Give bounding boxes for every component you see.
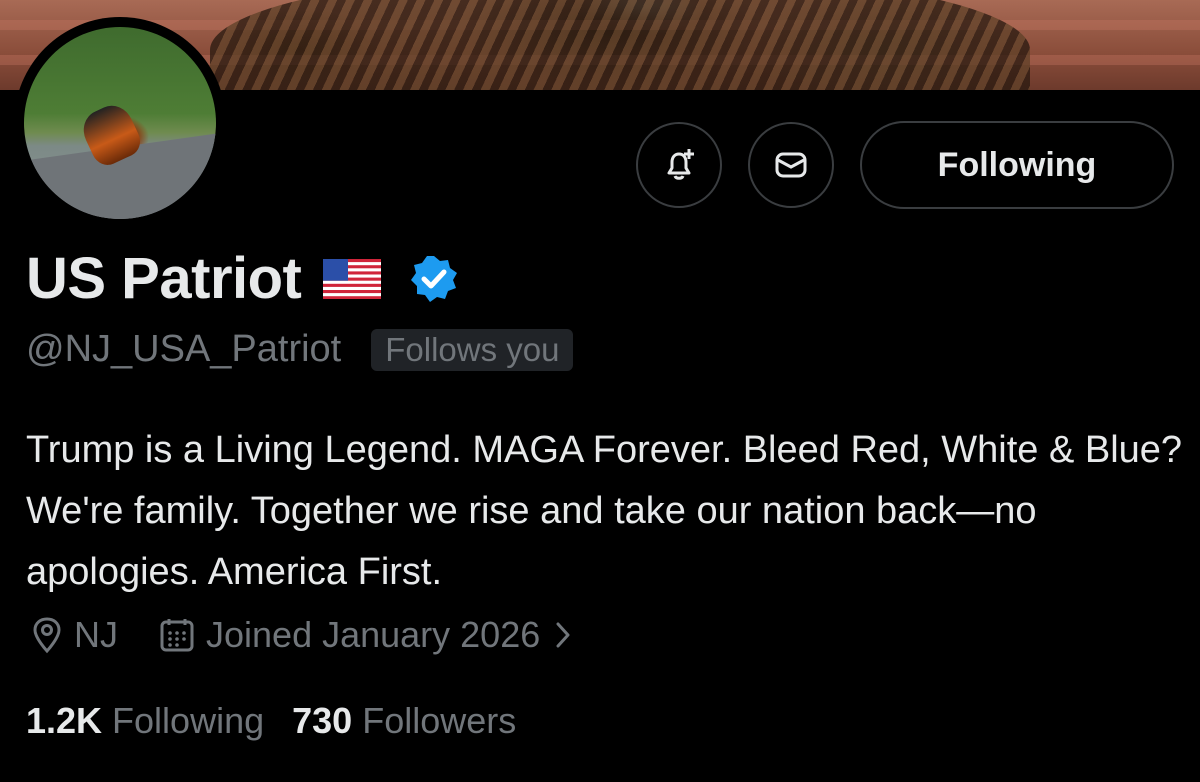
avatar-image (24, 27, 216, 219)
display-name: US Patriot (26, 246, 302, 311)
following-stat[interactable]: 1.2K Following (26, 700, 264, 742)
bell-plus-icon (667, 149, 694, 180)
following-button[interactable]: Following (860, 121, 1174, 209)
chevron-right-icon (556, 622, 570, 648)
location-pin-icon (33, 617, 61, 654)
notifications-button[interactable] (636, 122, 722, 208)
profile-meta: NJ Joined January 2026 (30, 614, 582, 656)
us-flag-icon (323, 258, 382, 299)
avatar[interactable] (14, 17, 226, 229)
user-handle: @NJ_USA_Patriot (26, 328, 342, 370)
location-item: NJ (30, 614, 118, 656)
calendar-icon (160, 619, 194, 652)
profile-bio: Trump is a Living Legend. MAGA Forever. … (26, 429, 1183, 593)
followers-stat[interactable]: 730 Followers (292, 700, 516, 742)
follows-you-badge: Follows you (371, 328, 574, 371)
joined-text: Joined January 2026 (206, 614, 541, 655)
verified-badge-icon[interactable] (409, 254, 459, 304)
following-label: Following (112, 700, 265, 741)
location-text: NJ (74, 614, 118, 655)
handle-row: @NJ_USA_Patriot Follows you (26, 328, 574, 371)
follow-stats: 1.2K Following 730 Followers (26, 700, 516, 742)
name-row: US Patriot (26, 245, 459, 312)
message-button[interactable] (748, 122, 834, 208)
envelope-icon (775, 152, 807, 178)
joined-item[interactable]: Joined January 2026 (158, 614, 582, 656)
followers-label: Followers (362, 700, 517, 741)
following-count: 1.2K (26, 700, 103, 741)
followers-count: 730 (292, 700, 353, 741)
banner-eagle-image (210, 0, 1030, 90)
